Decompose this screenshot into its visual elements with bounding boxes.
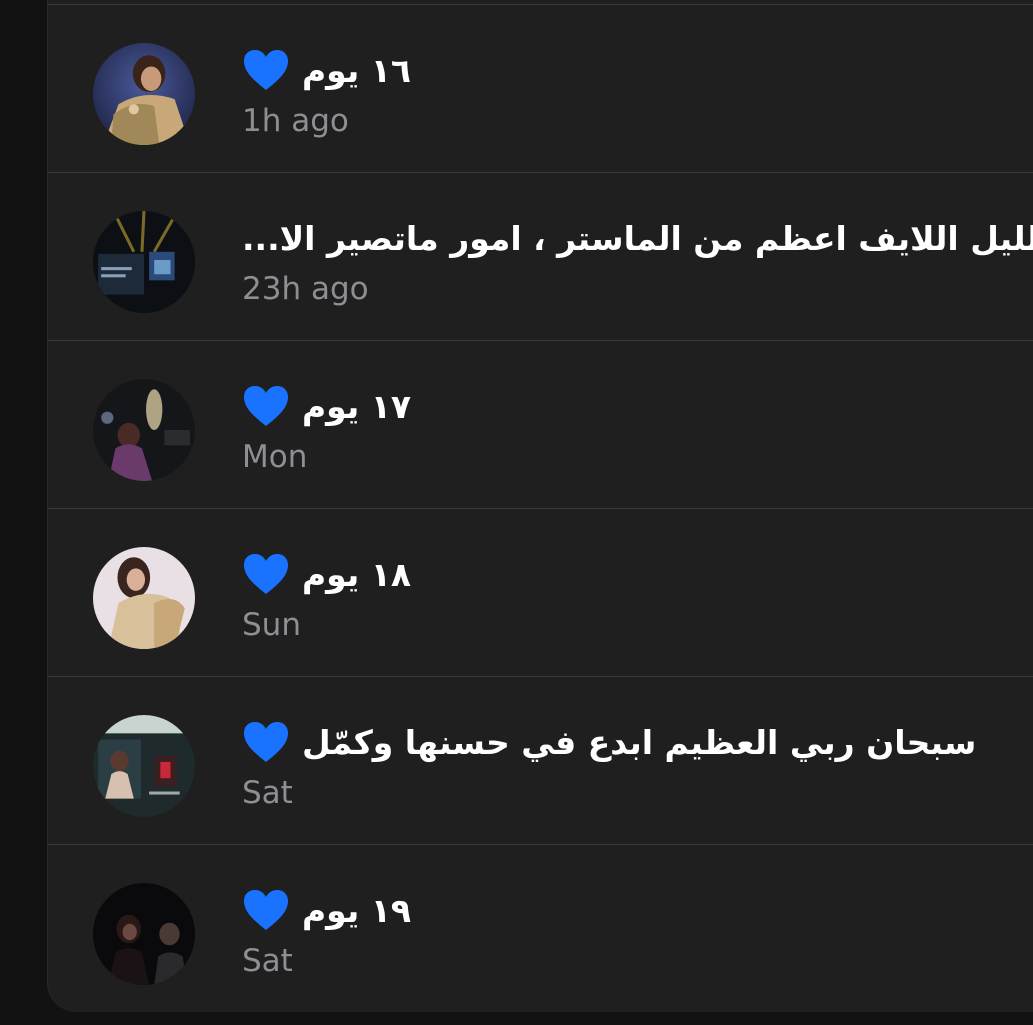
story-row-2[interactable]: ١٧ يوم Mon — [48, 341, 1033, 509]
story-title: ١٨ يوم — [242, 549, 942, 599]
story-timestamp: Sun — [242, 607, 301, 643]
avatar[interactable] — [93, 43, 195, 145]
story-title: ١٩ يوم — [242, 885, 942, 935]
story-row-4[interactable]: سبحان ربي العظيم ابدع في حسنها وكمّل Sat — [48, 677, 1033, 845]
story-row-3[interactable]: ١٨ يوم Sun — [48, 509, 1033, 677]
story-timestamp: 23h ago — [242, 271, 369, 307]
story-title: ١٧ يوم — [242, 381, 942, 431]
story-timestamp: Sat — [242, 943, 293, 979]
story-title: باب الليل اللايف اعظم من الماستر ، امور … — [242, 218, 1033, 258]
avatar[interactable] — [93, 715, 195, 817]
story-row-0[interactable]: ١٦ يوم 1h ago — [48, 5, 1033, 173]
story-title: سبحان ربي العظيم ابدع في حسنها وكمّل — [242, 717, 976, 767]
story-timestamp: Mon — [242, 439, 308, 475]
story-timestamp: 1h ago — [242, 103, 349, 139]
story-title: ١٦ يوم — [242, 45, 942, 95]
story-row-1[interactable]: باب الليل اللايف اعظم من الماستر ، امور … — [48, 173, 1033, 341]
avatar[interactable] — [93, 547, 195, 649]
blue-heart-icon — [244, 386, 288, 426]
story-row-5[interactable]: ١٩ يوم Sat — [48, 845, 1033, 1012]
blue-heart-icon — [244, 722, 288, 762]
story-timestamp: Sat — [242, 775, 293, 811]
blue-heart-icon — [244, 890, 288, 930]
avatar[interactable] — [93, 211, 195, 313]
blue-heart-icon — [244, 554, 288, 594]
story-list-panel: ١٦ يوم 1h ago باب الليل اللايف اعظم من ا… — [48, 0, 1033, 1012]
avatar[interactable] — [93, 883, 195, 985]
blue-heart-icon — [244, 50, 288, 90]
avatar[interactable] — [93, 379, 195, 481]
